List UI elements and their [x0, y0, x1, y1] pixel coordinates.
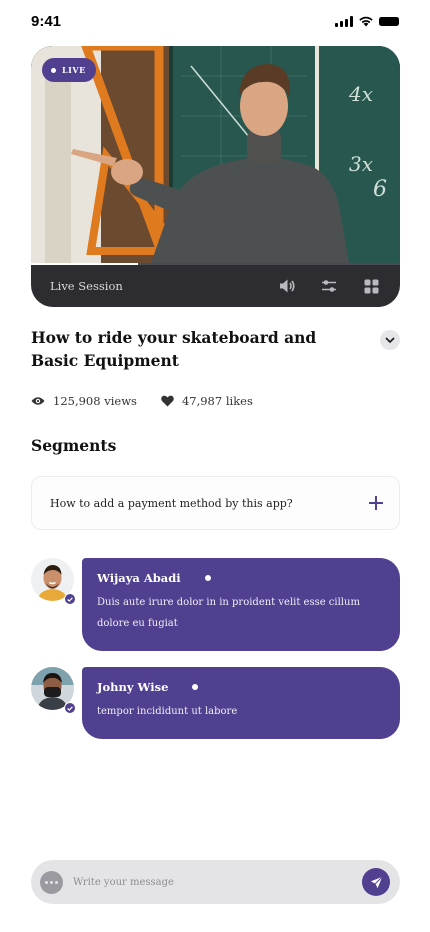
views-stat: 125,908 views [31, 394, 137, 408]
svg-text:3x: 3x [349, 152, 373, 176]
course-stats: 125,908 views 47,987 likes [31, 394, 277, 408]
expand-button[interactable] [380, 330, 400, 350]
verified-badge-icon [64, 593, 76, 605]
video-controls: Live Session [31, 265, 400, 307]
svg-text:6: 6 [373, 177, 387, 202]
likes-count: 47,987 likes [181, 394, 253, 408]
grid-menu-icon[interactable] [361, 276, 381, 296]
comment-author: Johny Wise [97, 680, 169, 694]
segment-item[interactable]: How to add a payment method by this app? [31, 476, 400, 530]
comment-item: Johny Wise tempor incididunt ut labore [31, 667, 400, 739]
add-icon[interactable] [367, 494, 385, 512]
svg-text:4x: 4x [348, 82, 373, 106]
send-button[interactable] [362, 868, 390, 896]
message-composer [31, 860, 400, 904]
course-title: How to ride your skateboard and Basic Eq… [31, 328, 317, 370]
heart-icon [161, 395, 174, 407]
comment-author: Wijaya Abadi [97, 571, 181, 585]
live-badge-label: LIVE [62, 65, 86, 75]
comment-bubble: Johny Wise tempor incididunt ut labore [82, 667, 400, 739]
comment-bubble: Wijaya Abadi Duis aute irure dolor in in… [82, 558, 400, 651]
message-input[interactable] [73, 876, 362, 888]
battery-icon [379, 16, 399, 26]
status-bar: 9:41 [0, 0, 430, 46]
wifi-icon [359, 16, 373, 27]
live-badge: LIVE [42, 58, 96, 82]
online-indicator [192, 684, 199, 690]
eye-icon [31, 397, 45, 405]
segments-heading: Segments [31, 436, 117, 455]
views-count: 125,908 views [53, 394, 137, 408]
volume-icon[interactable] [277, 276, 297, 296]
verified-badge-icon [64, 702, 76, 714]
session-label: Live Session [50, 279, 123, 293]
send-icon [370, 875, 383, 888]
video-player[interactable]: 4x 3x 6 LIVE Live Session [31, 46, 400, 307]
likes-stat: 47,987 likes [161, 394, 253, 408]
more-options-icon[interactable] [40, 870, 63, 894]
comment-text: tempor incididunt ut labore [97, 706, 238, 717]
chevron-down-icon [385, 337, 395, 343]
comment-text: Duis aute irure dolor in in proident vel… [97, 597, 360, 629]
live-dot [51, 67, 56, 73]
comment-item: Wijaya Abadi Duis aute irure dolor in in… [31, 558, 400, 651]
settings-sliders-icon[interactable] [319, 276, 339, 296]
segment-label: How to add a payment method by this app? [50, 496, 293, 510]
online-indicator [204, 575, 211, 581]
video-thumbnail[interactable]: 4x 3x 6 LIVE [31, 46, 400, 263]
status-time: 9:41 [31, 13, 62, 30]
status-icons [335, 15, 399, 27]
cellular-signal-icon [335, 15, 353, 27]
